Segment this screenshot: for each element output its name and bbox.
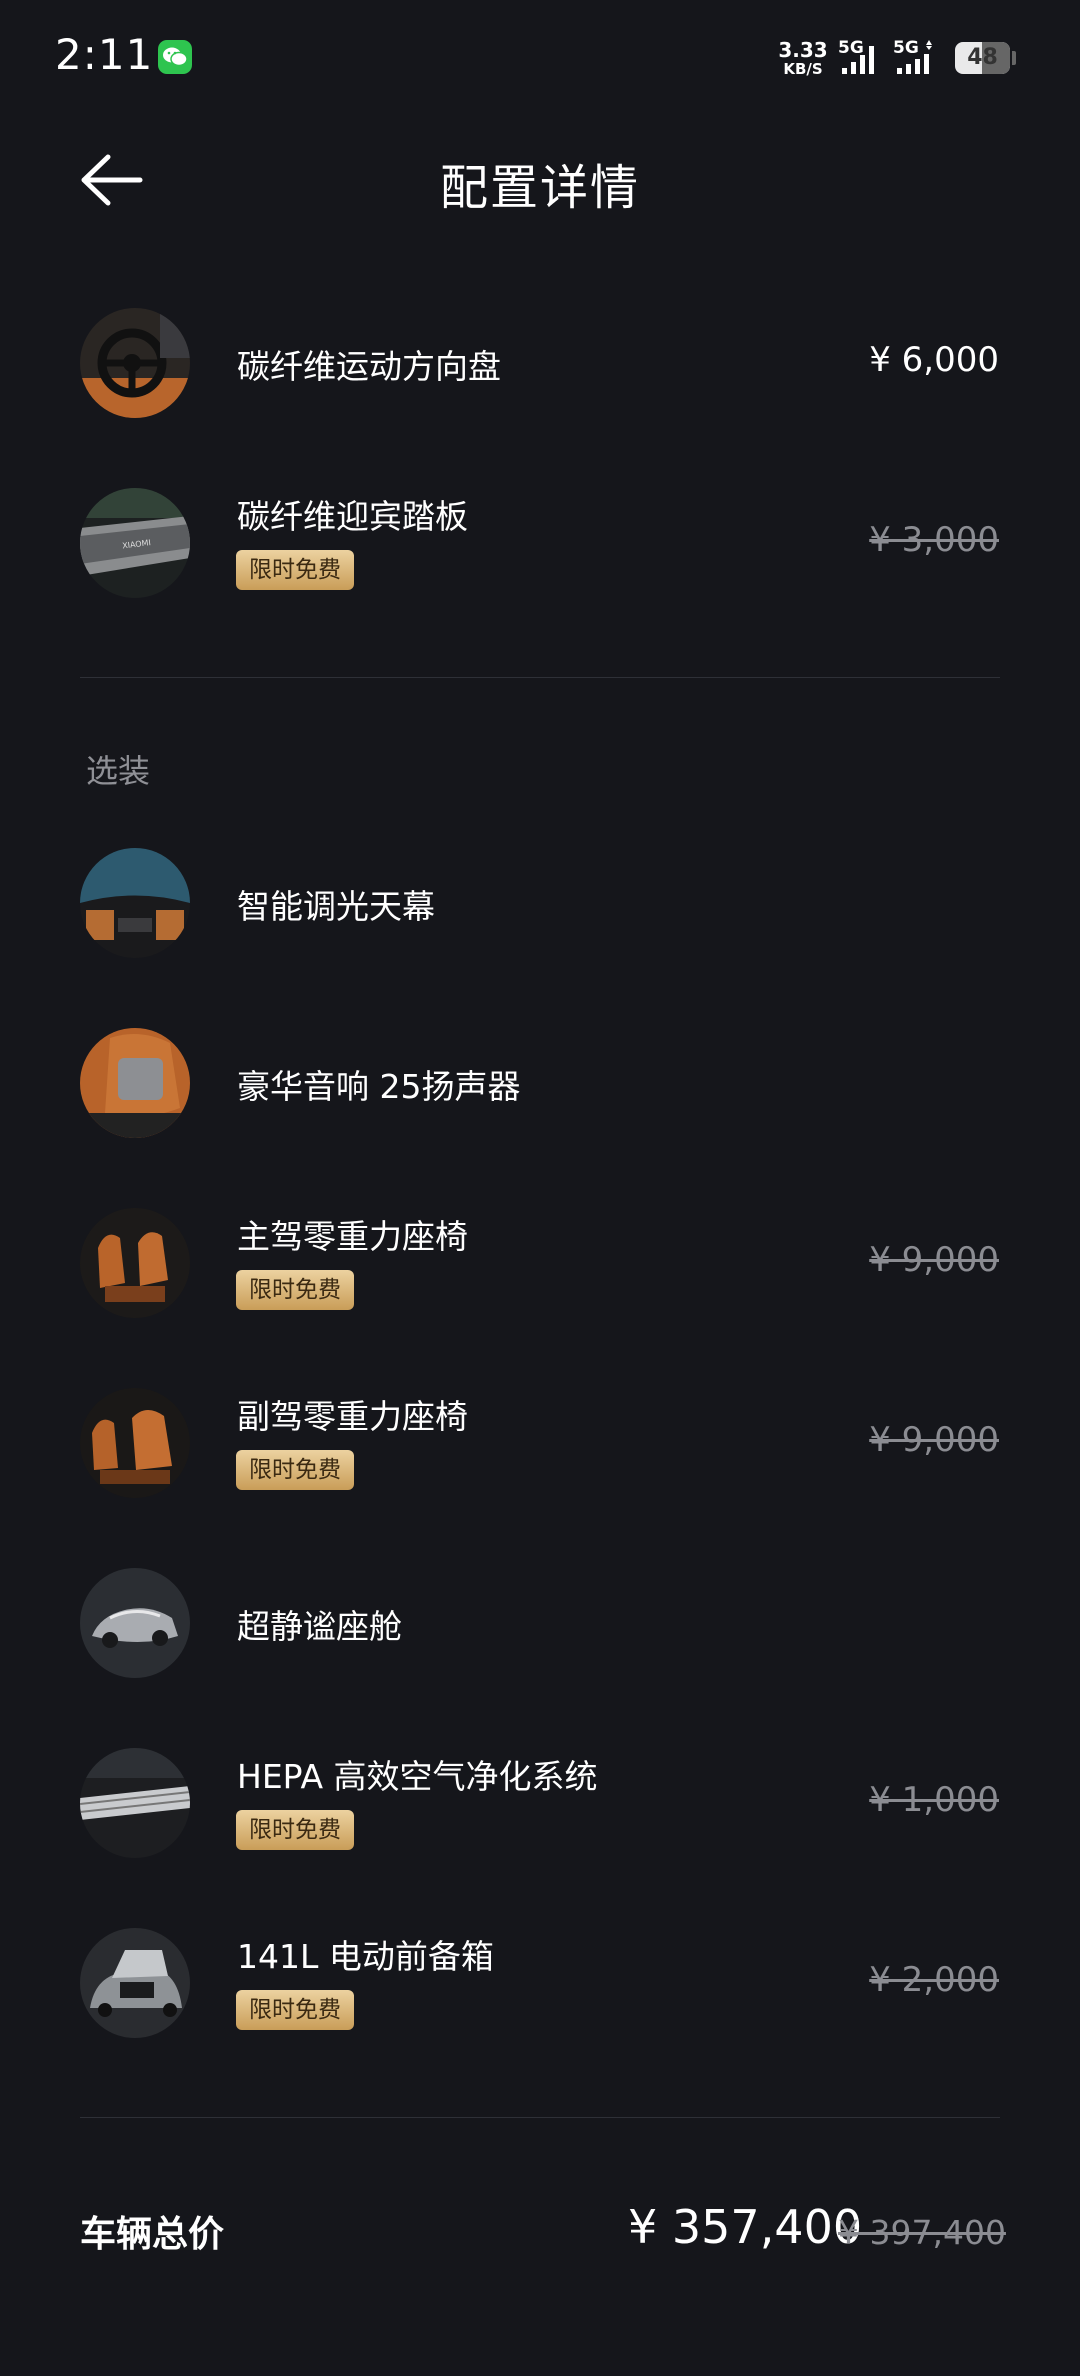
status-time: 2:11 (55, 30, 154, 79)
section-divider (80, 677, 1000, 678)
config-item-quiet-cabin: 超静谧座舱 (0, 1554, 1080, 1694)
limited-free-badge: 限时免费 (236, 1270, 354, 1310)
item-price-original: ¥ 2,000 (869, 1960, 999, 2000)
limited-free-badge: 限时免费 (236, 1450, 354, 1490)
config-item-door-sill: XIAOMI 碳纤维迎宾踏板 限时免费 ¥ 3,000 (0, 474, 1080, 614)
item-name: 141L 电动前备箱 (237, 1937, 494, 1976)
config-item-driver-seat: 主驾零重力座椅 限时免费 ¥ 9,000 (0, 1194, 1080, 1334)
item-name: 副驾零重力座椅 (237, 1397, 468, 1436)
item-name: 主驾零重力座椅 (237, 1217, 468, 1256)
passenger-seat-thumbnail (80, 1388, 190, 1498)
item-name: 豪华音响 25扬声器 (237, 1067, 521, 1106)
front-trunk-thumbnail (80, 1928, 190, 2038)
door-sill-thumbnail: XIAOMI (80, 488, 190, 598)
driver-seat-thumbnail (80, 1208, 190, 1318)
config-item-premium-audio: 豪华音响 25扬声器 (0, 1014, 1080, 1154)
premium-audio-thumbnail (80, 1028, 190, 1138)
hepa-thumbnail (80, 1748, 190, 1858)
net-speed-unit: KB/S (783, 60, 823, 78)
config-item-dimming-roof: 智能调光天幕 (0, 834, 1080, 974)
limited-free-badge: 限时免费 (236, 550, 354, 590)
item-price: ¥ 6,000 (869, 340, 999, 380)
net-speed-value: 3.33 (778, 38, 828, 62)
total-price: ¥ 357,400 (628, 2200, 863, 2254)
network-speed: 3.33 KB/S (777, 40, 829, 77)
item-name: 智能调光天幕 (237, 887, 435, 926)
steering-wheel-thumbnail (80, 308, 190, 418)
status-bar: 2:11 3.33 KB/S 5G 5G 48 (0, 0, 1080, 120)
item-price-original: ¥ 9,000 (869, 1420, 999, 1460)
total-original-price: ¥ 397,400 (838, 2213, 1006, 2252)
item-name: 超静谧座舱 (237, 1607, 402, 1646)
item-name: HEPA 高效空气净化系统 (237, 1757, 598, 1796)
config-item-hepa: HEPA 高效空气净化系统 限时免费 ¥ 1,000 (0, 1734, 1080, 1874)
item-price-original: ¥ 1,000 (869, 1780, 999, 1820)
item-price-original: ¥ 3,000 (869, 520, 999, 560)
battery-level: 48 (967, 45, 998, 70)
battery-tip (1012, 51, 1016, 65)
limited-free-badge: 限时免费 (236, 1810, 354, 1850)
item-name: 碳纤维运动方向盘 (237, 347, 501, 386)
total-label: 车辆总价 (80, 2214, 225, 2255)
limited-free-badge: 限时免费 (236, 1990, 354, 2030)
config-item-steering-wheel: 碳纤维运动方向盘 ¥ 6,000 (0, 294, 1080, 434)
config-item-passenger-seat: 副驾零重力座椅 限时免费 ¥ 9,000 (0, 1374, 1080, 1514)
item-name: 碳纤维迎宾踏板 (237, 497, 468, 536)
config-item-front-trunk: 141L 电动前备箱 限时免费 ¥ 2,000 (0, 1914, 1080, 2054)
options-section-label: 选装 (86, 752, 151, 790)
page-title: 配置详情 (439, 160, 640, 216)
wechat-icon (158, 40, 192, 74)
quiet-cabin-thumbnail (80, 1568, 190, 1678)
dimming-roof-thumbnail (80, 848, 190, 958)
battery-icon: 48 (955, 42, 1010, 74)
item-price-original: ¥ 9,000 (869, 1240, 999, 1280)
total-divider (80, 2117, 1000, 2118)
